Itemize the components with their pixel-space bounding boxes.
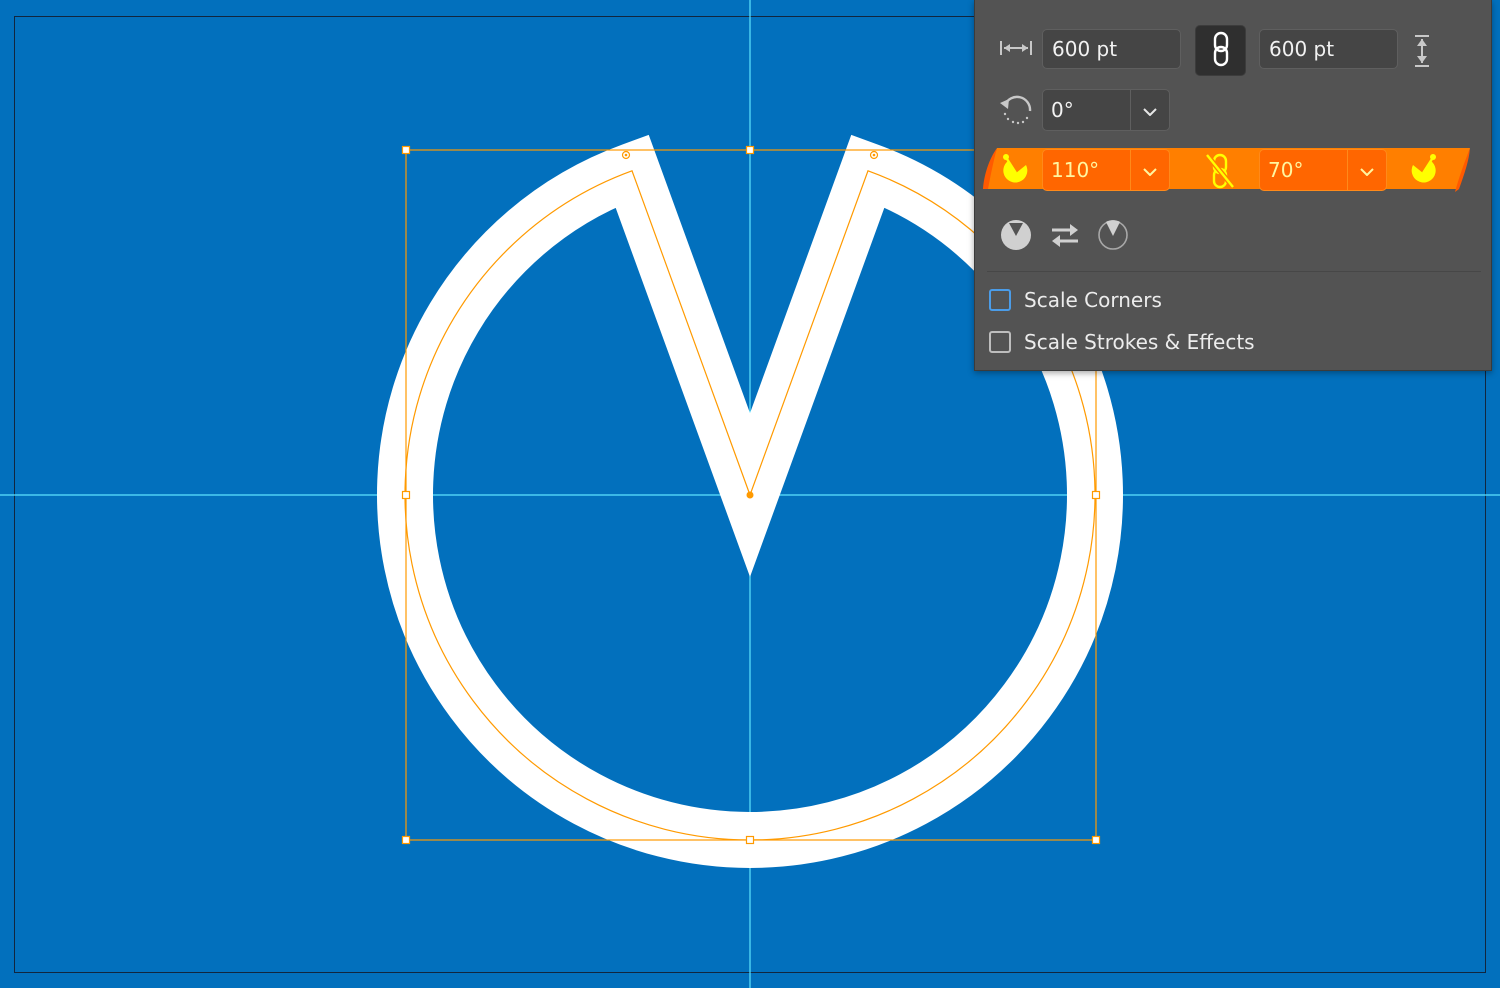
pie-end-angle-value[interactable]: 70°: [1260, 150, 1347, 190]
rotation-combobox[interactable]: 0°: [1042, 89, 1170, 131]
pie-closed-icon[interactable]: [999, 218, 1033, 252]
chevron-down-icon: [1143, 101, 1157, 120]
scale-strokes-effects-checkbox[interactable]: [989, 331, 1011, 353]
scale-strokes-effects-option[interactable]: Scale Strokes & Effects: [989, 330, 1255, 354]
width-arrows-icon: [999, 36, 1033, 60]
scale-strokes-effects-label[interactable]: Scale Strokes & Effects: [1024, 330, 1255, 354]
panel-divider: [987, 271, 1481, 272]
pie-start-angle-dropdown-button[interactable]: [1130, 150, 1169, 190]
pie-end-angle-combobox[interactable]: 70°: [1259, 149, 1387, 191]
height-value: 600 pt: [1269, 37, 1335, 61]
pie-start-angle-value[interactable]: 110°: [1043, 150, 1130, 190]
link-icon: [1211, 31, 1231, 71]
rotation-dropdown-button[interactable]: [1130, 90, 1169, 130]
scale-corners-label[interactable]: Scale Corners: [1024, 288, 1162, 312]
constrain-proportions-button[interactable]: [1195, 25, 1246, 76]
resize-handle-bottom-right[interactable]: [1091, 835, 1101, 845]
resize-handle-middle-right[interactable]: [1091, 490, 1101, 500]
resize-handle-top-center[interactable]: [745, 145, 755, 155]
swap-angles-icon[interactable]: [1048, 218, 1082, 252]
unlink-icon[interactable]: [1203, 151, 1237, 191]
pie-end-angle-dropdown-button[interactable]: [1347, 150, 1386, 190]
height-input[interactable]: 600 pt: [1259, 29, 1398, 69]
scale-corners-option[interactable]: Scale Corners: [989, 288, 1162, 312]
chevron-down-icon: [1143, 161, 1157, 180]
center-point[interactable]: [746, 491, 754, 499]
pie-start-angle-combobox[interactable]: 110°: [1042, 149, 1170, 191]
scale-corners-checkbox[interactable]: [989, 289, 1011, 311]
pie-end-angle-widget-dot: [872, 153, 876, 157]
resize-handle-bottom-center[interactable]: [745, 835, 755, 845]
width-input[interactable]: 600 pt: [1042, 29, 1181, 69]
height-arrows-icon: [1410, 33, 1434, 69]
transform-panel: 600 pt 600 pt 0° 110° 70° Scale Corners …: [974, 0, 1492, 371]
rotation-value[interactable]: 0°: [1043, 90, 1130, 130]
pie-start-angle-widget-dot: [624, 153, 628, 157]
pie-end-angle-icon: [1407, 151, 1439, 187]
resize-handle-top-left[interactable]: [401, 145, 411, 155]
pie-outline-icon[interactable]: [1096, 218, 1130, 252]
rotate-icon: [997, 89, 1037, 129]
chevron-down-icon: [1360, 161, 1374, 180]
resize-handle-bottom-left[interactable]: [401, 835, 411, 845]
pie-start-angle-icon: [1000, 151, 1032, 187]
width-value: 600 pt: [1052, 37, 1118, 61]
resize-handle-middle-left[interactable]: [401, 490, 411, 500]
